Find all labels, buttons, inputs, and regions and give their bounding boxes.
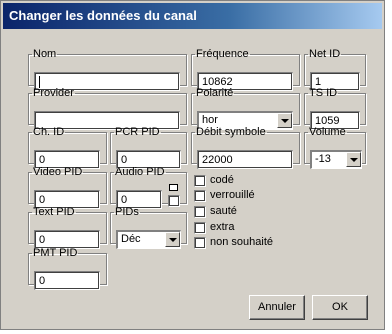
stereo-icon[interactable] — [169, 184, 178, 191]
chevron-down-icon[interactable] — [165, 232, 180, 247]
group-polarite: Polarité hor — [191, 87, 300, 130]
checkbox-non-souhaite[interactable]: non souhaité — [194, 236, 304, 250]
checkbox-label: codé — [210, 174, 234, 186]
label-polarite: Polarité — [196, 87, 234, 99]
group-pcr-pid: PCR PID 0 — [110, 126, 187, 169]
checkbox-box[interactable] — [194, 175, 206, 187]
chevron-down-icon[interactable] — [346, 152, 361, 167]
checkbox-box[interactable] — [194, 222, 206, 234]
pids-select[interactable]: Déc — [116, 230, 181, 249]
dialog-title: Changer les données du canal — [9, 8, 197, 23]
group-nom: Nom — [28, 48, 187, 91]
label-frequence: Fréquence — [196, 48, 249, 60]
group-pmt-pid: PMT PID 0 — [28, 247, 107, 290]
label-volume: Volume — [309, 126, 346, 138]
label-ts-id: TS ID — [309, 87, 338, 99]
chevron-down-icon[interactable] — [277, 113, 292, 128]
pmt-pid-input[interactable]: 0 — [34, 271, 100, 290]
checkbox-box[interactable] — [194, 237, 206, 249]
volume-value: -13 — [315, 153, 331, 165]
checkbox-verrouille[interactable]: verrouillé — [194, 189, 294, 203]
cancel-button[interactable]: Annuler — [249, 295, 305, 320]
pids-value: Déc — [121, 233, 141, 245]
group-frequence: Fréquence 10862 — [191, 48, 300, 91]
label-pmt-pid: PMT PID — [33, 247, 78, 259]
group-audio-pid: Audio PID 0 — [110, 166, 187, 209]
group-ts-id: TS ID 1059 — [304, 87, 366, 130]
group-video-pid: Video PID 0 — [28, 166, 107, 209]
checkbox-extra[interactable]: extra — [194, 221, 294, 235]
checkbox-label: extra — [210, 221, 235, 233]
group-provider: Provider — [28, 87, 187, 130]
group-volume: Volume -13 — [304, 126, 366, 169]
label-pids: PIDs — [115, 206, 139, 218]
checkbox-label: sauté — [210, 205, 237, 217]
label-audio-pid: Audio PID — [115, 166, 165, 178]
checkbox-box[interactable] — [194, 206, 206, 218]
label-nom: Nom — [33, 48, 57, 60]
group-pids: PIDs Déc — [110, 206, 187, 249]
dialog-window: Changer les données du canal Nom Fréquen… — [0, 0, 385, 330]
label-ch-id: Ch. ID — [33, 126, 65, 138]
checkbox-code[interactable]: codé — [194, 174, 294, 188]
group-debit-symbole: Débit symbole 22000 — [191, 126, 300, 169]
label-pcr-pid: PCR PID — [115, 126, 160, 138]
polarite-value: hor — [202, 114, 218, 126]
group-net-id: Net ID 1 — [304, 48, 366, 91]
group-text-pid: Text PID 0 — [28, 206, 107, 249]
checkbox-saute[interactable]: sauté — [194, 205, 294, 219]
label-provider: Provider — [33, 87, 74, 99]
checkbox-label: verrouillé — [210, 189, 255, 201]
ok-button[interactable]: OK — [312, 295, 368, 320]
label-video-pid: Video PID — [33, 166, 83, 178]
label-text-pid: Text PID — [33, 206, 75, 218]
label-debit-symbole: Débit symbole — [196, 126, 266, 138]
debit-symbole-input[interactable]: 22000 — [197, 150, 293, 169]
title-bar[interactable]: Changer les données du canal — [3, 3, 382, 29]
volume-select[interactable]: -13 — [310, 150, 362, 169]
checkbox-box[interactable] — [194, 190, 206, 202]
checkbox-label: non souhaité — [210, 236, 273, 248]
group-ch-id: Ch. ID 0 — [28, 126, 107, 169]
label-net-id: Net ID — [309, 48, 341, 60]
